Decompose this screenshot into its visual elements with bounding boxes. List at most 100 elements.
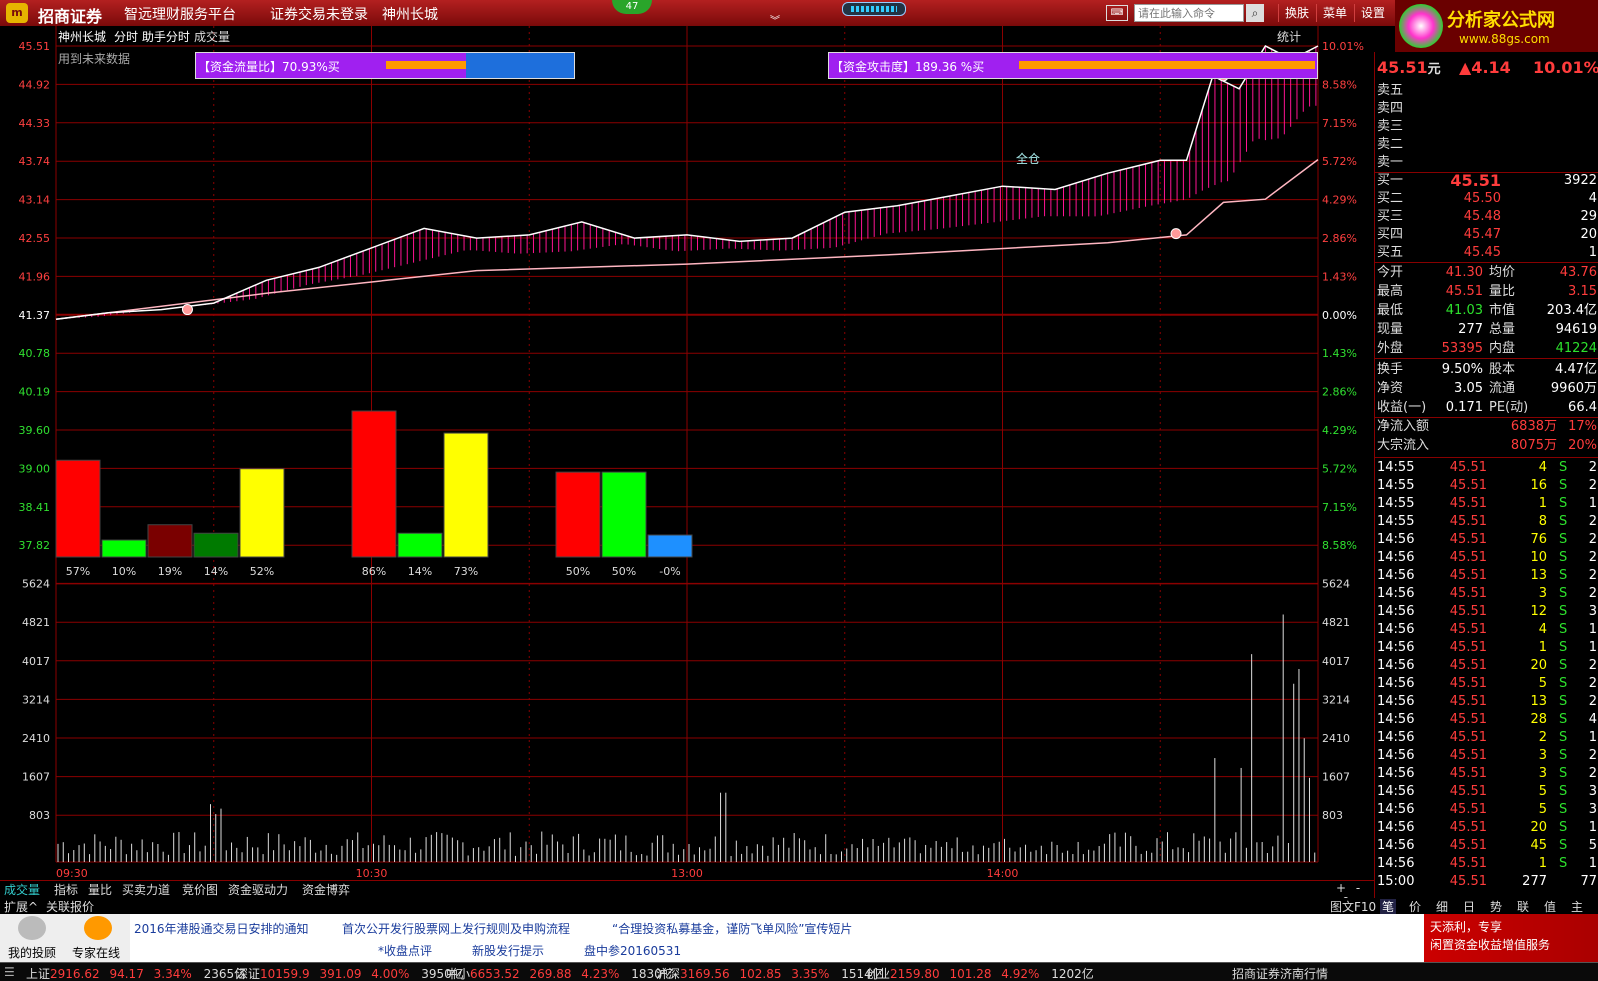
tick-side: S xyxy=(1559,604,1568,619)
tick-count: 3 xyxy=(1588,802,1597,817)
related-quotes-button[interactable]: 关联报价 xyxy=(46,898,94,915)
tick-count: 1 xyxy=(1588,730,1597,745)
tick-price: 45.51 xyxy=(1449,694,1487,709)
news-link-3[interactable]: “合理投资私募基金，谨防飞单风险”宣传短片 xyxy=(612,920,852,937)
settings-button[interactable]: 设置 xyxy=(1354,4,1391,22)
tick-side: S xyxy=(1559,532,1568,547)
view-tab[interactable]: 主 xyxy=(1569,899,1585,915)
tick-count: 2 xyxy=(1588,460,1597,475)
net-inflow-value: 6838万 xyxy=(1510,419,1557,434)
tick-row: 14:56 45.51 12 S 3 xyxy=(1377,603,1597,621)
price-tick-label: 39.00 xyxy=(19,462,51,475)
tick-price: 45.51 xyxy=(1449,640,1487,655)
tick-price: 45.51 xyxy=(1449,874,1487,889)
stat-row: 外盘 53395 内盘 41224 xyxy=(1377,340,1597,358)
block-inflow-label: 大宗流入 xyxy=(1377,438,1430,453)
index-quote[interactable]: 上证2916.62 94.17 3.34% 2365亿 xyxy=(26,965,246,981)
indicator-tab[interactable]: 量比 xyxy=(86,882,114,898)
ask-level-label: 卖三 xyxy=(1377,119,1404,134)
command-input[interactable] xyxy=(1134,4,1244,22)
news-link-4[interactable]: *收盘点评 xyxy=(378,942,432,959)
view-tab[interactable]: 笔 xyxy=(1380,899,1397,915)
fund-flow-bar-buy xyxy=(386,61,466,69)
view-tab[interactable]: 联 xyxy=(1515,899,1531,915)
stat-label: 量比 xyxy=(1489,284,1516,299)
skin-button[interactable]: 换肤 xyxy=(1278,4,1315,22)
ask-level-label: 卖二 xyxy=(1377,137,1404,152)
fund-attack-bar xyxy=(1019,61,1315,69)
tick-count: 77 xyxy=(1580,874,1597,889)
stat-label: 净资 xyxy=(1377,381,1404,396)
stat-label: 外盘 xyxy=(1377,341,1404,356)
tick-price: 45.51 xyxy=(1449,514,1487,529)
tick-price: 45.51 xyxy=(1449,532,1487,547)
search-icon[interactable]: ⌕ xyxy=(1246,4,1264,22)
tick-price: 45.51 xyxy=(1449,730,1487,745)
view-tab[interactable]: 势 xyxy=(1488,899,1504,915)
tick-row: 14:55 45.51 1 S 1 xyxy=(1377,495,1597,513)
expert-online-button[interactable]: 专家在线 xyxy=(72,944,120,961)
view-tab[interactable]: 日 xyxy=(1461,899,1477,915)
tick-row: 14:55 45.51 4 S 2 xyxy=(1377,459,1597,477)
signal-marker-icon xyxy=(181,304,193,316)
indicator-tab[interactable]: 竞价图 xyxy=(180,882,220,898)
index-quote[interactable]: 深证10159.9 391.09 4.00% 3950亿 xyxy=(236,965,464,981)
stat-label: 均价 xyxy=(1489,265,1516,280)
ad-banner-bottom[interactable]: 天添利，专享 闲置资金收益增值服务 xyxy=(1424,914,1598,962)
ad-banner-top[interactable]: 分析家公式网 www.88gs.com xyxy=(1395,0,1598,52)
indicator-tab[interactable]: 指标 xyxy=(52,882,80,898)
news-link-6[interactable]: 盘中参20160531 xyxy=(584,942,681,959)
view-tab[interactable]: 价 xyxy=(1407,899,1423,915)
notification-badge[interactable]: 47 xyxy=(612,0,652,14)
zoom-out-button[interactable]: - xyxy=(1356,881,1360,895)
index-quote[interactable]: 中小6653.52 269.88 4.23% 1830亿 xyxy=(446,965,674,981)
view-tab[interactable]: 图文F10 xyxy=(1328,899,1378,915)
tick-time: 14:56 xyxy=(1377,856,1415,871)
tick-volume: 5 xyxy=(1538,802,1547,817)
tick-price: 45.51 xyxy=(1449,712,1487,727)
stats-button[interactable]: 统计 xyxy=(1277,28,1301,45)
bid-row: 买三 45.48 29 xyxy=(1377,208,1597,226)
tick-volume: 5 xyxy=(1538,676,1547,691)
stat-row: 净资 3.05 流通 9960万 xyxy=(1377,380,1597,398)
indicator-tab[interactable]: 成交量 xyxy=(2,882,42,898)
tick-price: 45.51 xyxy=(1449,478,1487,493)
keyboard-icon[interactable]: ⌨ xyxy=(1106,5,1128,21)
tick-row: 14:56 45.51 3 S 2 xyxy=(1377,765,1597,783)
index-quote[interactable]: 创业2159.80 101.28 4.92% 1202亿 xyxy=(866,965,1094,981)
news-bar: 我的投顾 专家在线 2016年港股通交易日安排的通知 首次公开发行股票网上发行规… xyxy=(0,914,1598,962)
pct-tick-label: 4.29% xyxy=(1322,424,1357,437)
stat-label: 最低 xyxy=(1377,303,1404,318)
news-link-2[interactable]: 首次公开发行股票网上发行规则及申购流程 xyxy=(342,920,570,937)
price-tick-label: 39.60 xyxy=(19,424,51,437)
tick-volume: 13 xyxy=(1530,568,1547,583)
tick-time: 14:56 xyxy=(1377,766,1415,781)
tick-time: 14:56 xyxy=(1377,820,1415,835)
indicator-tab[interactable]: 买卖力道 xyxy=(120,882,172,898)
tick-price: 45.51 xyxy=(1449,820,1487,835)
index-quote[interactable]: 沪深3169.56 102.85 3.35% 1514亿 xyxy=(656,965,884,981)
indicator-tab[interactable]: 资金博弈 xyxy=(300,882,352,898)
collapse-toggle-icon[interactable]: ︾ xyxy=(760,12,790,27)
chart-modes[interactable]: 分时 助手分时 xyxy=(114,28,190,45)
view-tab[interactable]: 细 xyxy=(1434,899,1450,915)
menu-button[interactable]: 菜单 xyxy=(1316,4,1353,22)
block-inflow-value: 8075万 xyxy=(1510,438,1557,453)
login-status[interactable]: 证券交易未登录 xyxy=(270,4,368,24)
intraday-chart[interactable]: 45.51 10.01% 44.92 8.58% 44.33 7.15% 43.74 5.72… xyxy=(0,26,1374,880)
platform-name: 智远理财服务平台 xyxy=(124,7,236,23)
price-tick-label: 45.51 xyxy=(19,40,51,53)
news-link-5[interactable]: 新股发行提示 xyxy=(472,942,544,959)
my-advisor-button[interactable]: 我的投顾 xyxy=(8,944,56,961)
indicator-tab[interactable]: 资金驱动力 xyxy=(226,882,290,898)
menu-icon[interactable]: ☰ xyxy=(4,965,15,979)
expand-button[interactable]: 扩展^ xyxy=(4,898,38,915)
fund-flow-ratio-text: 【资金流量比】70.93%买 xyxy=(198,60,340,74)
news-link-1[interactable]: 2016年港股通交易日安排的通知 xyxy=(134,920,309,937)
view-tab[interactable]: 值 xyxy=(1542,899,1558,915)
tick-count: 1 xyxy=(1588,622,1597,637)
stat-row: 现量 277 总量 94619 xyxy=(1377,321,1597,339)
zoom-in-button[interactable]: + xyxy=(1336,881,1346,895)
net-inflow-label: 净流入额 xyxy=(1377,419,1430,434)
tick-volume: 277 xyxy=(1522,874,1547,889)
